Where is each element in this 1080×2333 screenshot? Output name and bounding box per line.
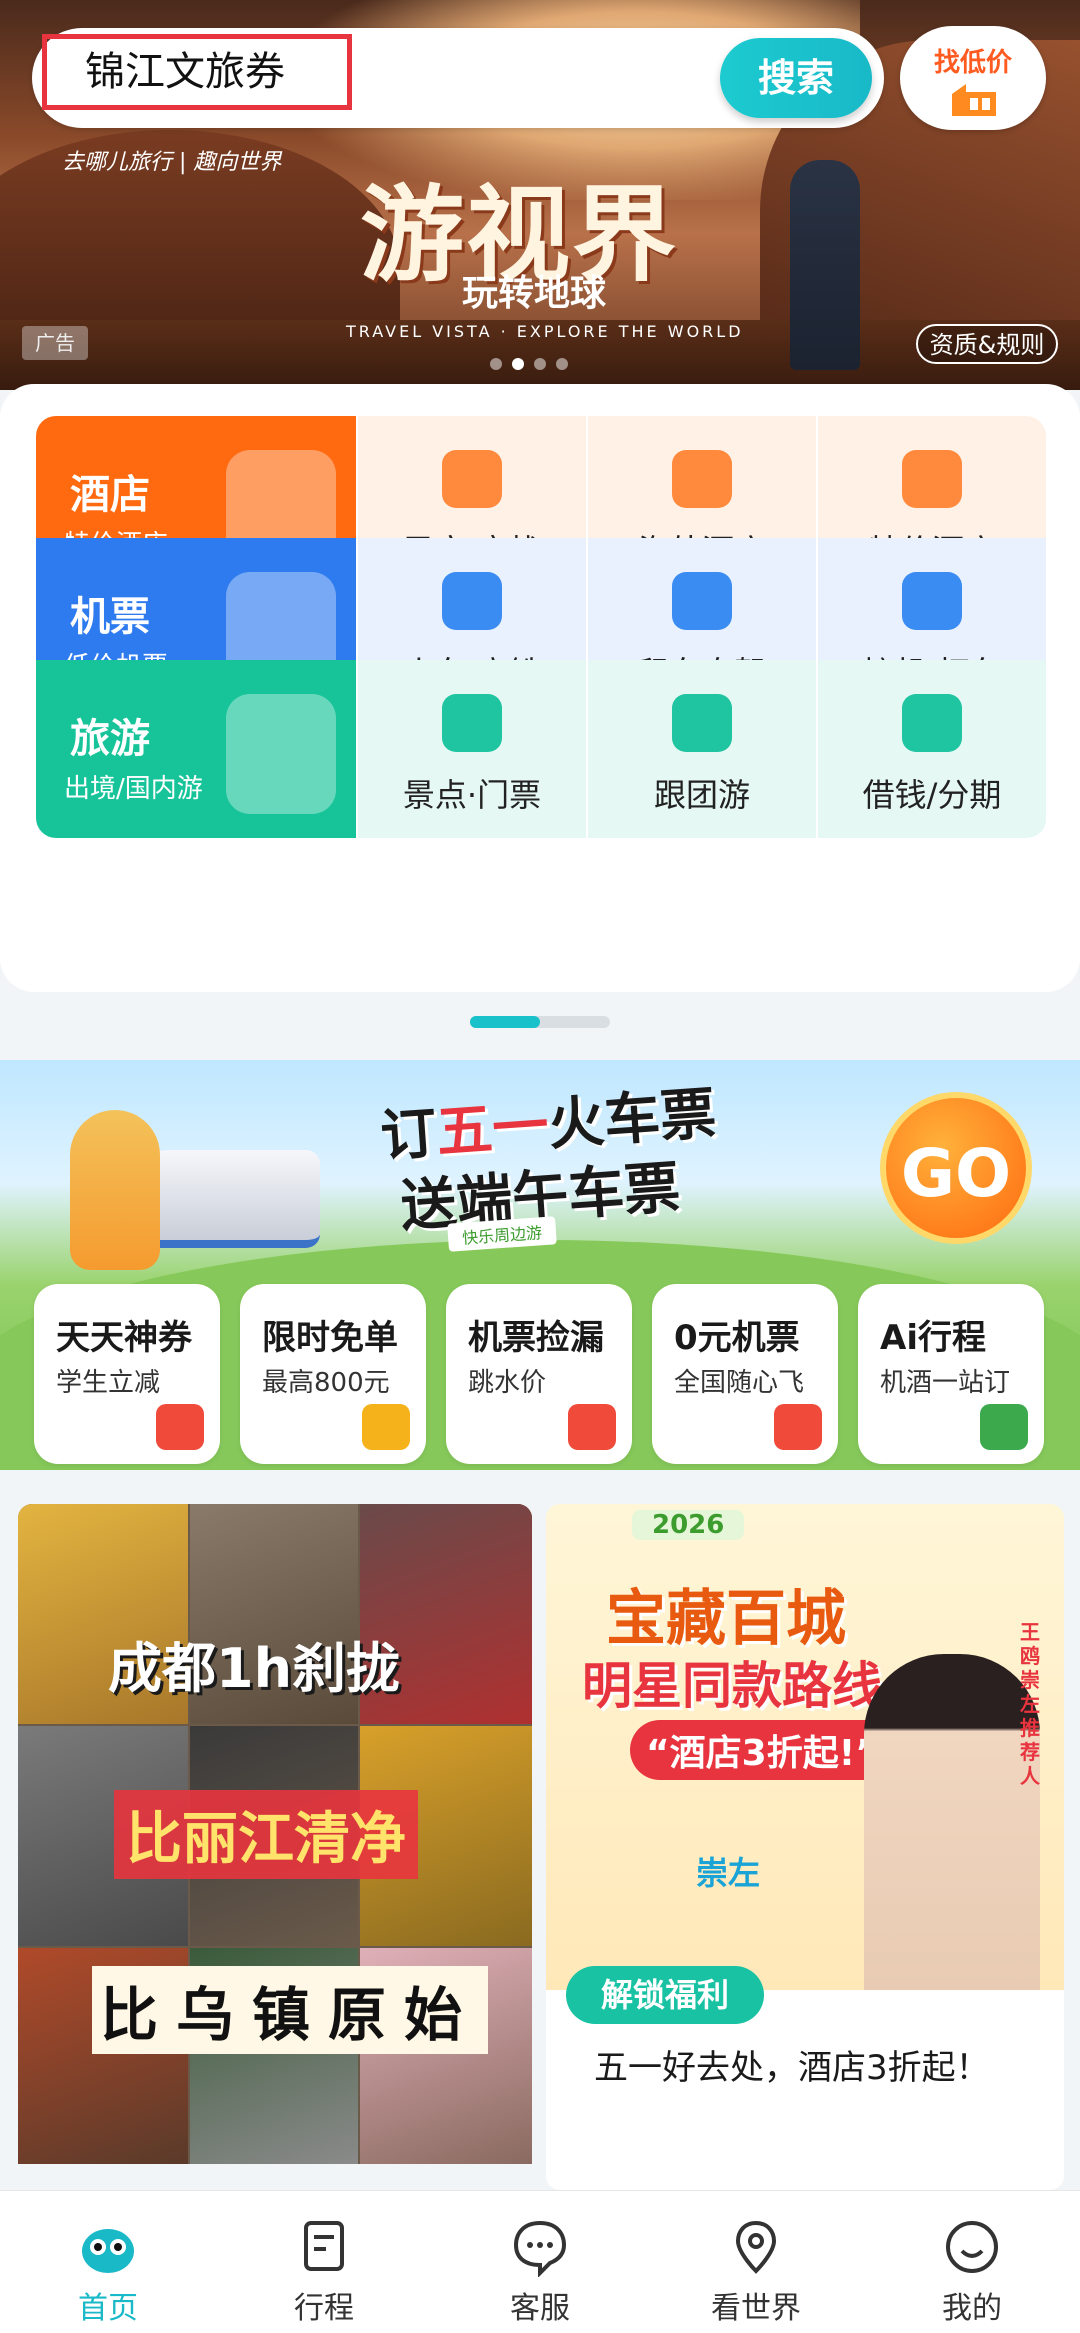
lightning-icon [568, 1404, 616, 1450]
nav-item-0[interactable]: 首页 [0, 2191, 216, 2333]
mascot-icon [362, 1404, 410, 1450]
feed-card-headline: 宝藏百城 [606, 1584, 846, 1654]
nav-item-label: 看世界 [711, 2291, 801, 2326]
deal-card-4[interactable]: Ai行程机酒一站订 [858, 1284, 1044, 1464]
nav-item-3[interactable]: 看世界 [648, 2191, 864, 2333]
deal-title: 0元机票 [674, 1318, 800, 1358]
year-badge: 2026 [632, 1510, 745, 1540]
main-service-subtitle: 出境/国内游 [64, 774, 203, 804]
unlock-benefits-badge[interactable]: 解锁福利 [566, 1966, 764, 2024]
location-pin-icon [726, 2217, 786, 2277]
find-low-price-label: 找低价 [933, 48, 1012, 78]
building-icon [672, 450, 732, 508]
nav-item-2[interactable]: 客服 [432, 2191, 648, 2333]
collage-title-2: 比丽江清净 [114, 1790, 418, 1879]
recommender-role: 崇左推荐人 [1020, 1668, 1040, 1788]
service-item-label: 景点·门票 [402, 776, 542, 814]
service-item-2-2[interactable]: 借钱/分期 [816, 660, 1046, 840]
service-item-label: 借钱/分期 [862, 776, 1002, 814]
mascot-figure [70, 1110, 160, 1270]
price-tag-icon [952, 84, 996, 116]
brand-logo: 去哪儿旅行 | 趣向世界 [62, 150, 282, 175]
ad-label: 广告 [22, 326, 88, 360]
deal-subtitle: 跳水价 [468, 1368, 547, 1398]
main-service-title: 机票 [70, 594, 150, 640]
deal-title: 限时免单 [262, 1318, 398, 1358]
deal-subtitle: 最高800元 [262, 1368, 390, 1398]
nav-item-label: 客服 [510, 2291, 570, 2326]
nav-item-label: 行程 [294, 2291, 354, 2326]
main-service-title: 酒店 [70, 472, 150, 518]
carousel-dot [490, 358, 502, 370]
service-item-label: 跟团游 [653, 776, 750, 814]
deal-title: 天天神券 [56, 1318, 192, 1358]
feed-card-caption: 五一好去处，酒店3折起！ [594, 2048, 990, 2088]
deal-subtitle: 全国随心飞 [674, 1368, 805, 1398]
map-cube-icon [980, 1404, 1028, 1450]
chat-bubble-icon [510, 2217, 570, 2278]
qualification-rules-button[interactable]: 资质&规则 [916, 324, 1058, 364]
home-mascot-icon [78, 2217, 138, 2277]
carousel-dot [512, 358, 524, 370]
deal-card-1[interactable]: 限时免单最高800元 [240, 1284, 426, 1464]
feed-card-discount: “酒店3折起!” [630, 1720, 895, 1780]
feed-card-promo[interactable]: 2026 宝藏百城 明星同款路线 “酒店3折起!” 王鸥 崇左推荐人 崇左 解锁福… [546, 1504, 1064, 2190]
car-icon [672, 572, 732, 630]
find-low-price-button[interactable]: 找低价 [900, 26, 1046, 130]
alarm-clock-icon [902, 450, 962, 508]
deal-subtitle: 学生立减 [56, 1368, 161, 1398]
hero-hiker-figure [790, 160, 860, 370]
celebrity-photo [864, 1654, 1040, 1990]
collage-title-1: 成都1h刹拢 [108, 1637, 401, 1700]
search-button[interactable]: 搜索 [720, 38, 872, 118]
deal-card-3[interactable]: 0元机票全国随心飞 [652, 1284, 838, 1464]
main-service-title: 旅游 [70, 716, 150, 762]
bottom-navigation: 首页 行程 客服 看世界 我的 [0, 2190, 1080, 2333]
hero-tagline: TRAVEL VISTA · EXPLORE THE WORLD [346, 322, 744, 341]
destination-label: 崇左 [696, 1854, 761, 1892]
plane-car-icon [902, 572, 962, 630]
palm-tree-icon [226, 694, 336, 814]
nav-item-1[interactable]: 行程 [216, 2191, 432, 2333]
ticket-icon [774, 1404, 822, 1450]
nav-item-4[interactable]: 我的 [864, 2191, 1080, 2333]
itinerary-icon [294, 2217, 354, 2277]
grid-page-indicator-thumb [470, 1016, 540, 1028]
house-icon [442, 450, 502, 508]
nav-item-label: 我的 [942, 2291, 1002, 2326]
deal-subtitle: 机酒一站订 [880, 1368, 1011, 1398]
deal-title: 机票捡漏 [468, 1318, 604, 1358]
main-service-2[interactable]: 旅游出境/国内游 [36, 660, 356, 838]
carousel-dot [534, 358, 546, 370]
search-input[interactable]: 锦江文旅券 [42, 34, 352, 110]
smiley-icon [942, 2217, 1002, 2277]
red-packet-icon [156, 1404, 204, 1450]
hero-subtitle: 玩转地球 [462, 273, 607, 314]
service-item-2-1[interactable]: 跟团游 [586, 660, 816, 840]
nav-item-label: 首页 [78, 2291, 138, 2326]
recommender-name: 王鸥 [1020, 1620, 1040, 1668]
feed-card-subheadline: 明星同款路线 [582, 1657, 882, 1715]
deal-title: Ai行程 [880, 1318, 986, 1358]
collage-title-3: 比乌镇原始 [92, 1966, 489, 2054]
carousel-dot [556, 358, 568, 370]
location-pin-icon [672, 694, 732, 752]
money-bag-icon [902, 694, 962, 752]
train-icon [442, 572, 502, 630]
recommender-label: 王鸥 崇左推荐人 [1020, 1620, 1050, 1788]
go-button[interactable]: GO [880, 1092, 1032, 1244]
deal-card-2[interactable]: 机票捡漏 跳水价 [446, 1284, 632, 1464]
ticket-icon [442, 694, 502, 752]
deal-card-0[interactable]: 天天神券 学生立减 [34, 1284, 220, 1464]
service-item-2-0[interactable]: 景点·门票 [356, 660, 586, 840]
